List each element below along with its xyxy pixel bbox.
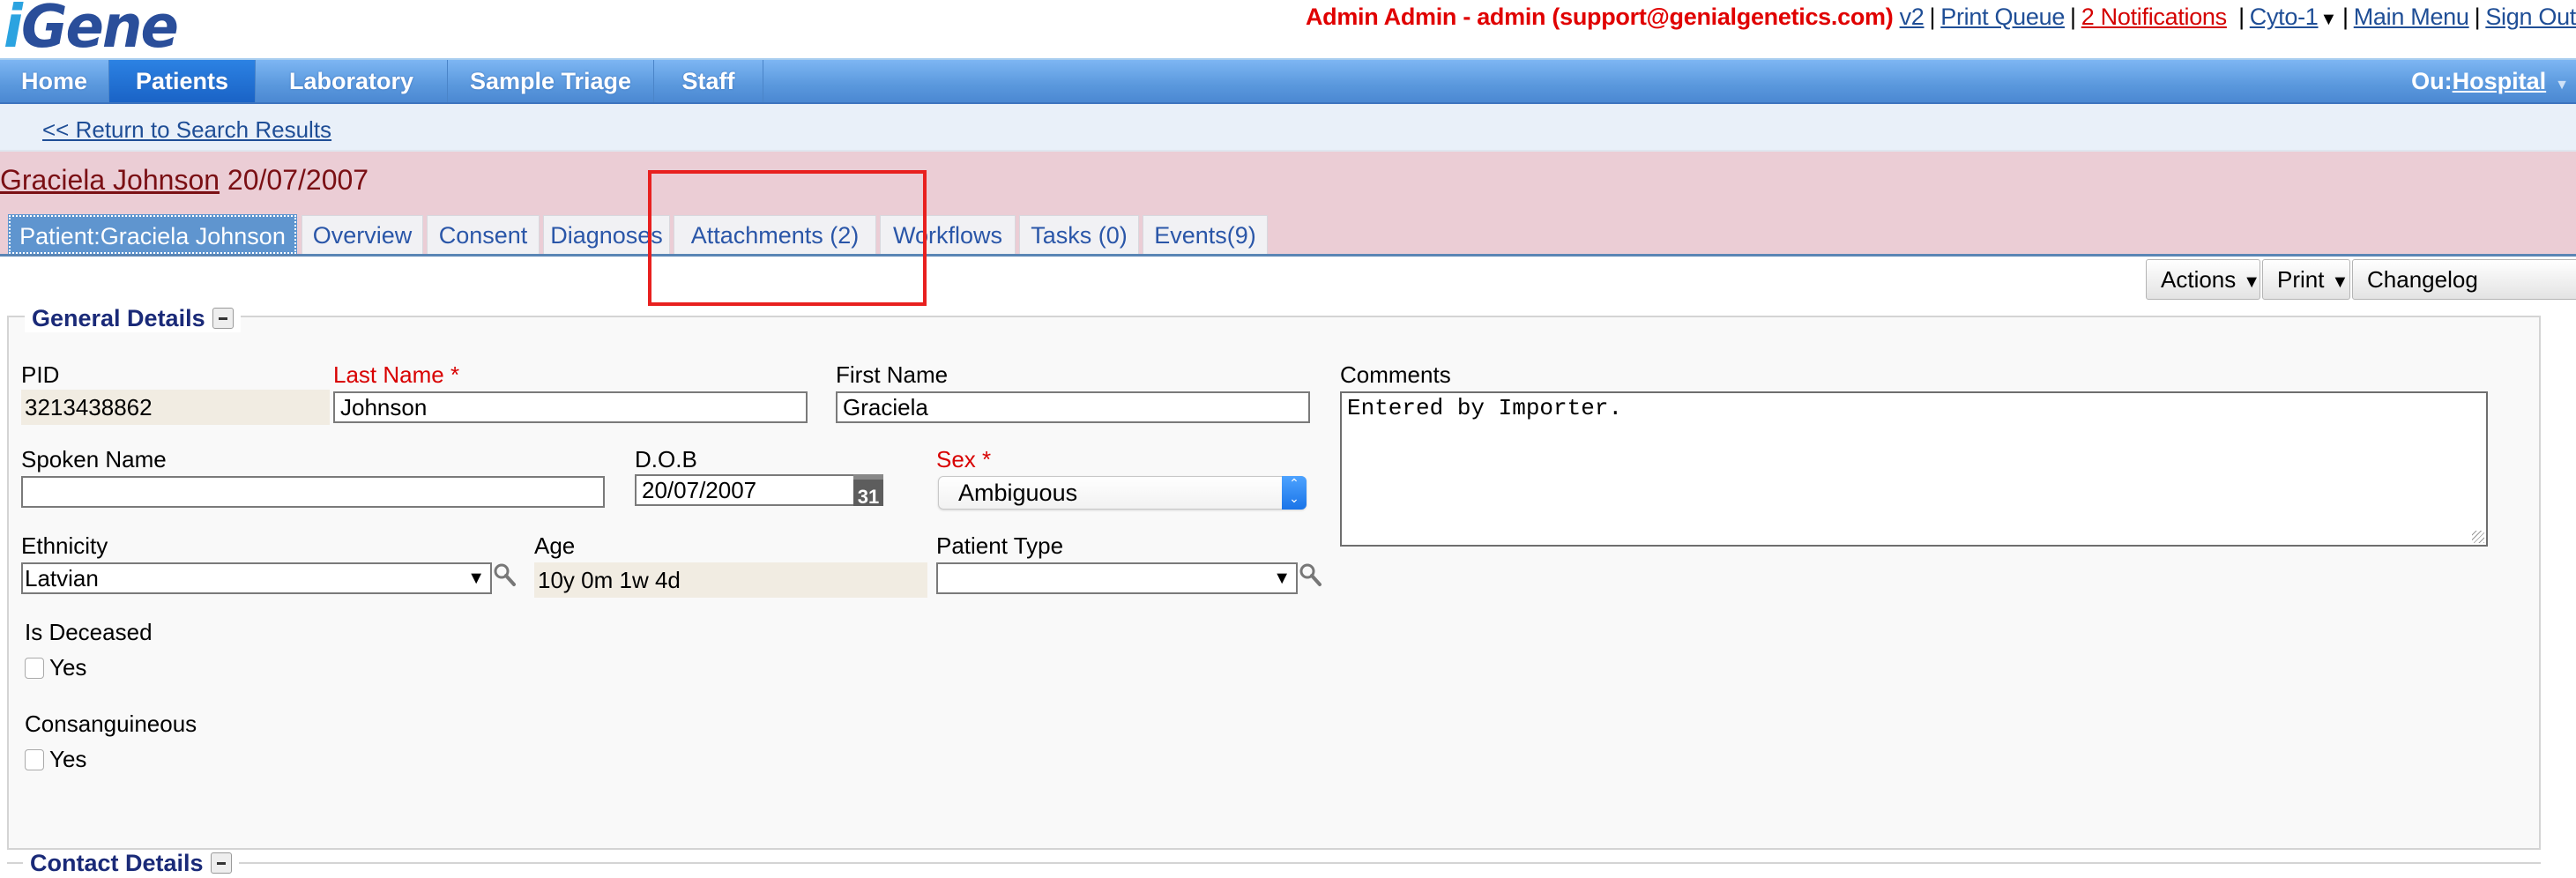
tab-patient[interactable]: Patient:Graciela Johnson [8,214,297,255]
sex-label: Sex * [936,446,992,472]
actions-button[interactable]: Actions ▼ [2146,259,2260,300]
patient-name-link[interactable]: Graciela Johnson [0,164,220,196]
org-unit-value[interactable]: Hospital [2453,68,2547,94]
dob-input[interactable]: 20/07/2007 [635,474,862,506]
patient-type-label: Patient Type [936,532,1064,559]
patient-type-select[interactable]: ▼ [936,562,1298,594]
current-user: Admin Admin - admin (support@genialgenet… [1305,4,1894,30]
calendar-icon[interactable]: 31 [853,474,883,508]
contact-details-section: Contact Details [7,850,2541,877]
patient-title: Graciela Johnson 20/07/2007 [0,164,369,197]
main-menu-link[interactable]: Main Menu [2354,4,2469,30]
consanguineous-checkbox[interactable] [25,749,44,770]
tab-diagnoses[interactable]: Diagnoses [543,215,670,254]
return-to-search-link[interactable]: << Return to Search Results [42,116,331,144]
comments-label: Comments [1340,361,1451,388]
pid-value: 3213438862 [21,390,330,425]
lab-dropdown-caret-icon[interactable]: ▼ [2320,10,2338,29]
spoken-name-input[interactable] [21,476,605,508]
spoken-name-label: Spoken Name [21,446,167,472]
age-label: Age [534,532,576,559]
is-deceased-label: Is Deceased [25,619,153,645]
resize-grip-icon[interactable] [2472,531,2484,543]
sign-out-link[interactable]: Sign Out [2485,4,2576,30]
action-toolbar: Actions ▼ Print ▼ Changelog [2146,259,2576,300]
tab-workflows[interactable]: Workflows [880,215,1016,254]
tab-underline [0,254,2576,257]
general-details-legend: General Details [25,305,241,332]
tab-attachments[interactable]: Attachments (2) [674,215,876,254]
nav-staff[interactable]: Staff [654,60,763,102]
nav-sample-triage[interactable]: Sample Triage [448,60,654,102]
first-name-label: First Name [836,361,949,388]
tab-consent[interactable]: Consent [427,215,540,254]
ethnicity-search-icon[interactable] [492,561,518,591]
org-unit-caret-icon[interactable]: ▼ [2555,78,2569,93]
age-value: 10y 0m 1w 4d [534,562,927,598]
comments-textarea[interactable]: Entered by Importer. [1340,391,2488,547]
igene-logo[interactable]: iGene [4,0,179,62]
consanguineous-yes-label[interactable]: Yes [49,746,86,773]
patient-dob: 20/07/2007 [227,164,369,196]
top-header: iGene Admin Admin - admin (support@genia… [0,0,2576,62]
tab-events[interactable]: Events(9) [1143,215,1268,254]
print-queue-link[interactable]: Print Queue [1940,4,2065,30]
is-deceased-yes-label[interactable]: Yes [49,654,86,681]
collapse-toggle-icon[interactable] [210,852,232,874]
user-bar: Admin Admin - admin (support@genialgenet… [1305,4,2576,30]
nav-home[interactable]: Home [0,60,109,102]
nav-laboratory[interactable]: Laboratory [256,60,448,102]
lab-selector-link[interactable]: Cyto-1 [2250,4,2319,30]
main-nav: Home Patients Laboratory Sample Triage S… [0,58,2576,104]
first-name-input[interactable]: Graciela [836,391,1310,423]
dropdown-arrow-icon: ▼ [1273,569,1291,588]
is-deceased-checkbox[interactable] [25,658,44,679]
tab-tasks[interactable]: Tasks (0) [1019,215,1139,254]
consanguineous-label: Consanguineous [25,711,197,737]
contact-details-legend: Contact Details [23,850,239,877]
patient-type-search-icon[interactable] [1298,561,1324,591]
print-caret-icon: ▼ [2331,272,2349,292]
ethnicity-select[interactable]: Latvian ▼ [21,562,492,594]
dropdown-arrow-icon: ▼ [467,569,485,588]
version-link[interactable]: v2 [1900,4,1925,30]
last-name-label: Last Name * [333,361,460,388]
org-unit-selector[interactable]: Ou:Hospital ▼ [2411,60,2576,102]
last-name-input[interactable]: Johnson [333,391,808,423]
changelog-button[interactable]: Changelog [2352,259,2576,300]
actions-caret-icon: ▼ [2243,272,2261,292]
print-button[interactable]: Print ▼ [2262,259,2350,300]
tab-overview[interactable]: Overview [302,215,423,254]
notifications-link[interactable]: 2 Notifications [2081,4,2227,30]
pid-label: PID [21,361,60,388]
general-details-section: General Details PID 3213438862 Last Name… [7,305,2541,850]
collapse-toggle-icon[interactable] [212,307,234,329]
nav-patients[interactable]: Patients [109,60,256,102]
sex-select[interactable]: Ambiguous ⌃ ⌄ [938,476,1307,510]
select-stepper-icon: ⌃ ⌄ [1282,476,1307,510]
ethnicity-label: Ethnicity [21,532,108,559]
dob-label: D.O.B [635,446,697,472]
return-bar: << Return to Search Results [0,104,2576,152]
patient-header: Graciela Johnson 20/07/2007 Patient:Grac… [0,152,2576,256]
